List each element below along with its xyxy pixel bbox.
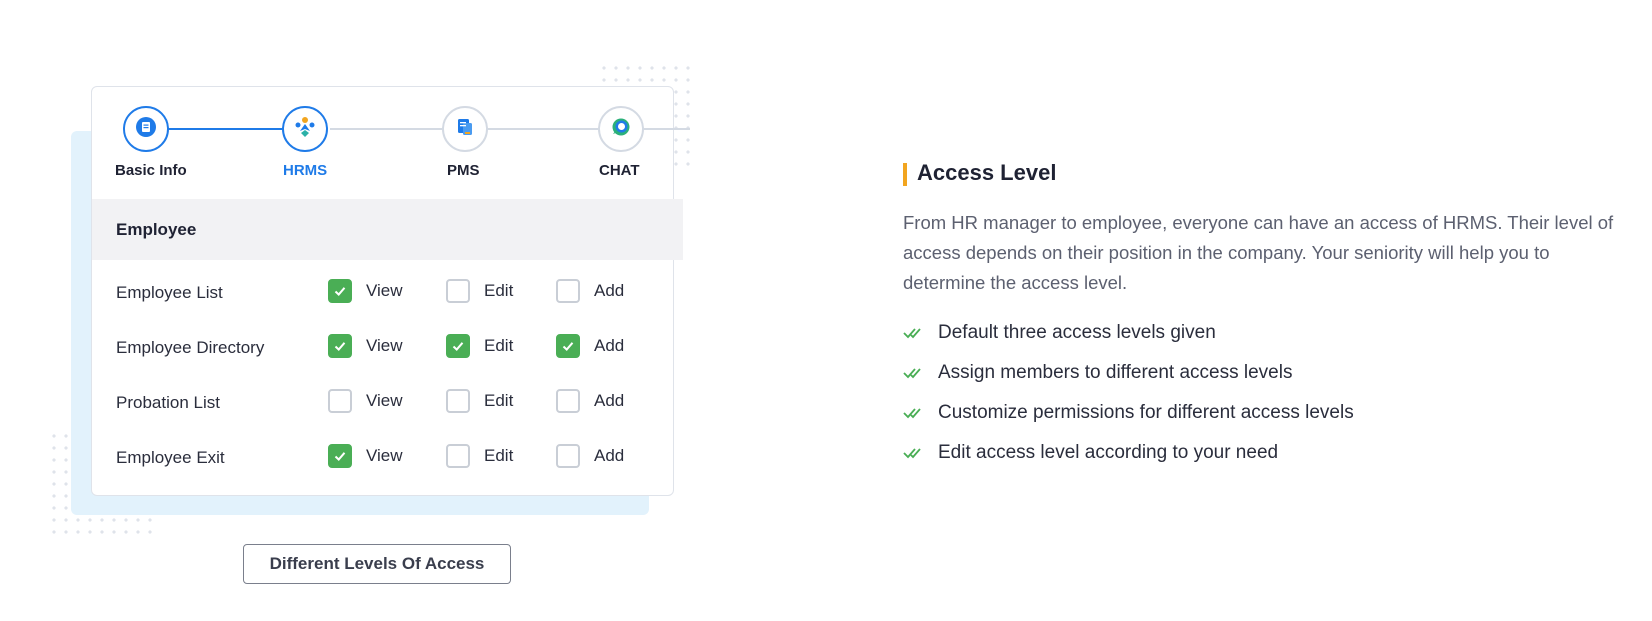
feature-text: Default three access levels given bbox=[938, 322, 1216, 343]
edit-checkbox[interactable] bbox=[446, 279, 470, 303]
permission-row-employee-exit: Employee Exit View Edit Add bbox=[92, 443, 652, 473]
add-checkbox[interactable] bbox=[556, 334, 580, 358]
edit-label: Edit bbox=[484, 391, 514, 410]
permission-edit: Edit bbox=[446, 443, 513, 469]
section-heading: Access Level bbox=[917, 160, 1057, 185]
double-check-icon bbox=[903, 406, 925, 425]
view-checkbox[interactable] bbox=[328, 279, 352, 303]
permission-edit: Edit bbox=[446, 278, 513, 304]
feature-text: Edit access level according to your need bbox=[938, 442, 1279, 463]
permission-edit: Edit bbox=[446, 388, 513, 414]
permission-add: Add bbox=[556, 333, 624, 359]
view-checkbox[interactable] bbox=[328, 334, 352, 358]
add-checkbox[interactable] bbox=[556, 389, 580, 413]
add-label: Add bbox=[594, 336, 625, 355]
step-label-pms: PMS bbox=[447, 162, 480, 179]
view-label: View bbox=[366, 446, 403, 465]
step-chat[interactable] bbox=[598, 106, 644, 152]
view-checkbox[interactable] bbox=[328, 389, 352, 413]
pms-files-icon bbox=[453, 115, 477, 144]
section-description: From HR manager to employee, everyone ca… bbox=[903, 212, 1614, 293]
chat-bubble-icon bbox=[609, 115, 633, 144]
section-header: Employee bbox=[92, 199, 683, 260]
view-label: View bbox=[366, 391, 403, 410]
row-label: Employee Exit bbox=[116, 448, 225, 467]
edit-label: Edit bbox=[484, 336, 514, 355]
permission-add: Add bbox=[556, 443, 624, 469]
view-label: View bbox=[366, 336, 403, 355]
permission-edit: Edit bbox=[446, 333, 513, 359]
different-levels-button[interactable]: Different Levels Of Access bbox=[243, 544, 511, 584]
row-label: Employee Directory bbox=[116, 338, 265, 357]
permission-row-employee-list: Employee List View Edit Add bbox=[92, 278, 652, 308]
view-checkbox[interactable] bbox=[328, 444, 352, 468]
double-check-icon bbox=[903, 446, 925, 465]
edit-label: Edit bbox=[484, 281, 514, 300]
double-check-icon bbox=[903, 326, 925, 345]
add-label: Add bbox=[594, 391, 625, 410]
row-label: Probation List bbox=[116, 393, 220, 412]
add-label: Add bbox=[594, 281, 625, 300]
permission-view: View bbox=[328, 388, 403, 414]
edit-checkbox[interactable] bbox=[446, 334, 470, 358]
edit-label: Edit bbox=[484, 446, 514, 465]
step-pms[interactable] bbox=[442, 106, 488, 152]
step-label-chat: CHAT bbox=[599, 162, 640, 179]
step-label-hrms: HRMS bbox=[283, 162, 328, 179]
add-label: Add bbox=[594, 446, 625, 465]
permission-row-probation-list: Probation List View Edit Add bbox=[92, 388, 652, 418]
heading-accent-bar bbox=[903, 163, 907, 186]
view-label: View bbox=[366, 281, 403, 300]
add-checkbox[interactable] bbox=[556, 279, 580, 303]
access-permissions-card: Basic Info HRMS PMS CHAT Employee Employ… bbox=[91, 86, 690, 496]
hrms-people-icon bbox=[292, 114, 318, 145]
document-icon bbox=[135, 116, 157, 143]
step-basic-info[interactable] bbox=[123, 106, 169, 152]
permission-view: View bbox=[328, 443, 403, 469]
edit-checkbox[interactable] bbox=[446, 389, 470, 413]
permission-add: Add bbox=[556, 388, 624, 414]
permission-view: View bbox=[328, 278, 403, 304]
double-check-icon bbox=[903, 366, 925, 385]
add-checkbox[interactable] bbox=[556, 444, 580, 468]
section-title: Employee bbox=[116, 220, 197, 239]
step-hrms[interactable] bbox=[282, 106, 328, 152]
step-label-basic-info: Basic Info bbox=[115, 162, 187, 179]
permission-add: Add bbox=[556, 278, 624, 304]
permission-view: View bbox=[328, 333, 403, 359]
feature-text: Customize permissions for different acce… bbox=[938, 402, 1354, 423]
feature-text: Assign members to different access level… bbox=[938, 362, 1293, 383]
edit-checkbox[interactable] bbox=[446, 444, 470, 468]
row-label: Employee List bbox=[116, 283, 223, 302]
permission-row-employee-directory: Employee Directory View Edit Add bbox=[92, 333, 652, 363]
